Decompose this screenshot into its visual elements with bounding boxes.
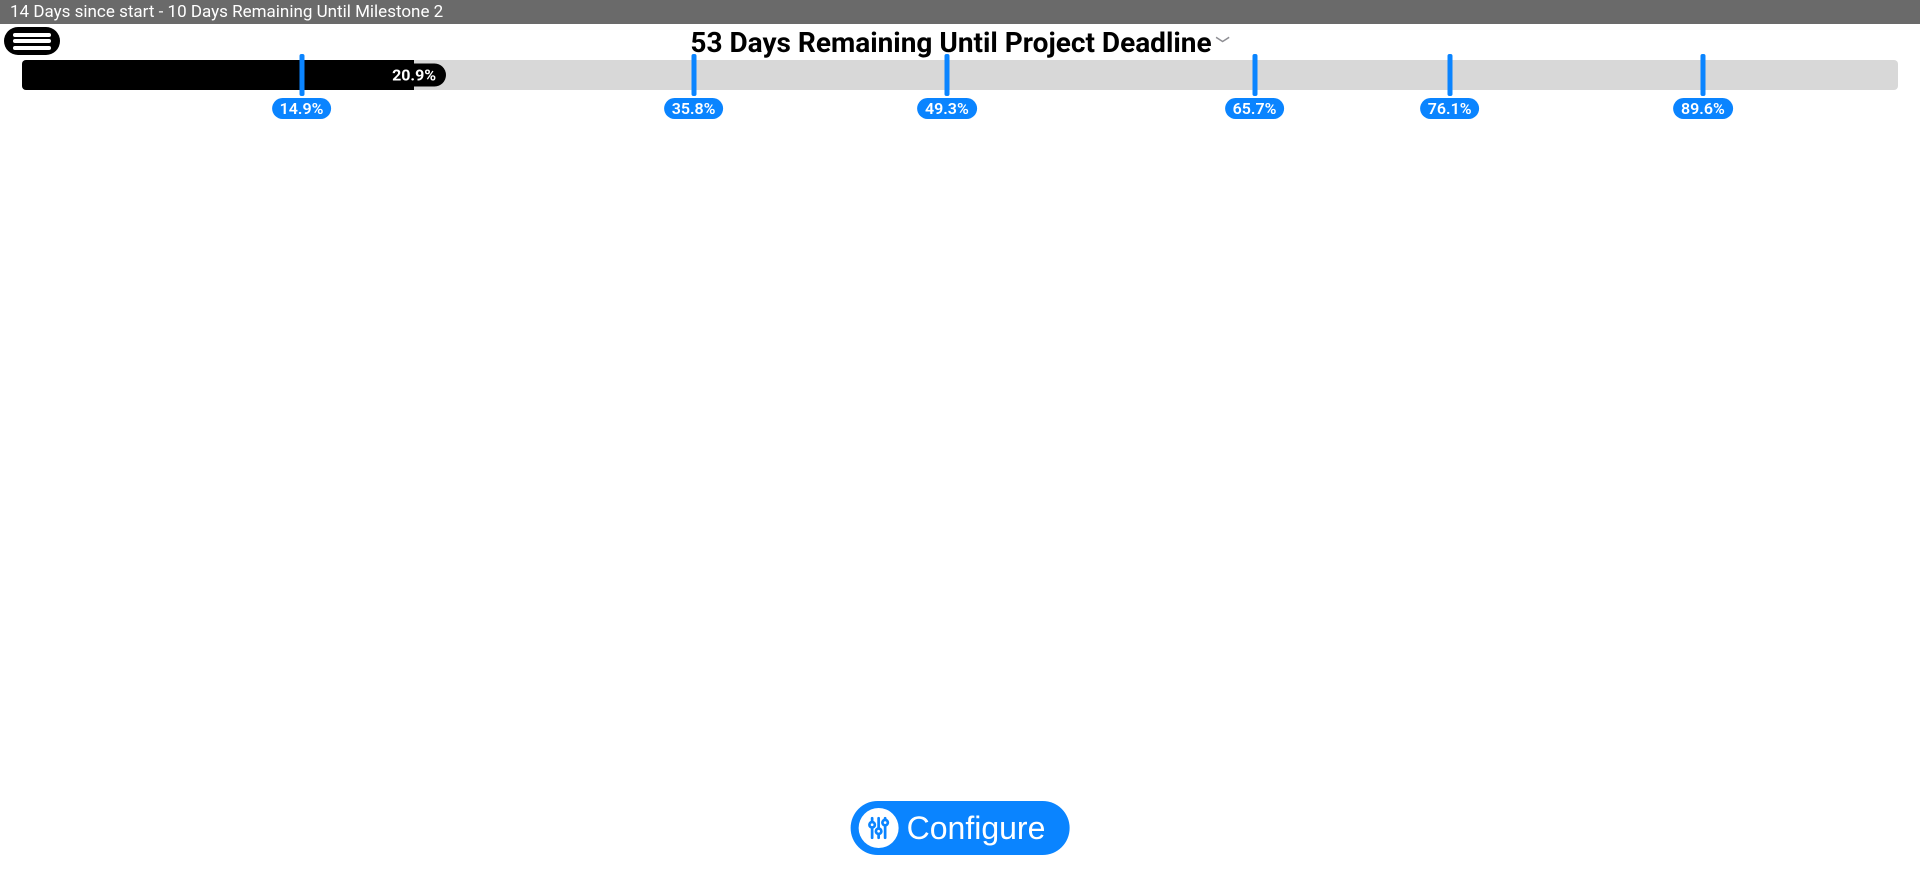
milestone-label: 49.3% [917,98,977,119]
configure-label: Configure [907,810,1046,847]
sliders-icon [859,808,899,848]
milestone-tick [1252,54,1257,96]
milestone-tick [1700,54,1705,96]
progress-track: 20.9% [22,60,1898,90]
milestone-label: 14.9% [272,98,332,119]
milestone-tick [944,54,949,96]
configure-button[interactable]: Configure [851,801,1070,855]
progress-fill [22,60,414,90]
milestone-label: 89.6% [1673,98,1733,119]
milestone-tick [691,54,696,96]
milestone-label: 65.7% [1225,98,1285,119]
milestone-tick [299,54,304,96]
milestone-tick [1447,54,1452,96]
hamburger-icon [13,33,51,37]
chevron-down-icon: ﹀ [1216,38,1230,52]
window-titlebar: 14 Days since start - 10 Days Remaining … [0,0,1920,24]
titlebar-text: 14 Days since start - 10 Days Remaining … [10,0,443,24]
progress-area: 20.9% 14.9% 35.8% 49.3% 65.7% 76.1% 89.6… [22,60,1898,150]
page-title[interactable]: 53 Days Remaining Until Project Deadline… [0,26,1920,59]
milestone-label: 35.8% [664,98,724,119]
headline-text: 53 Days Remaining Until Project Deadline [690,26,1211,59]
progress-percent-badge: 20.9% [382,64,446,87]
milestone-label: 76.1% [1420,98,1480,119]
menu-button[interactable] [4,27,60,55]
